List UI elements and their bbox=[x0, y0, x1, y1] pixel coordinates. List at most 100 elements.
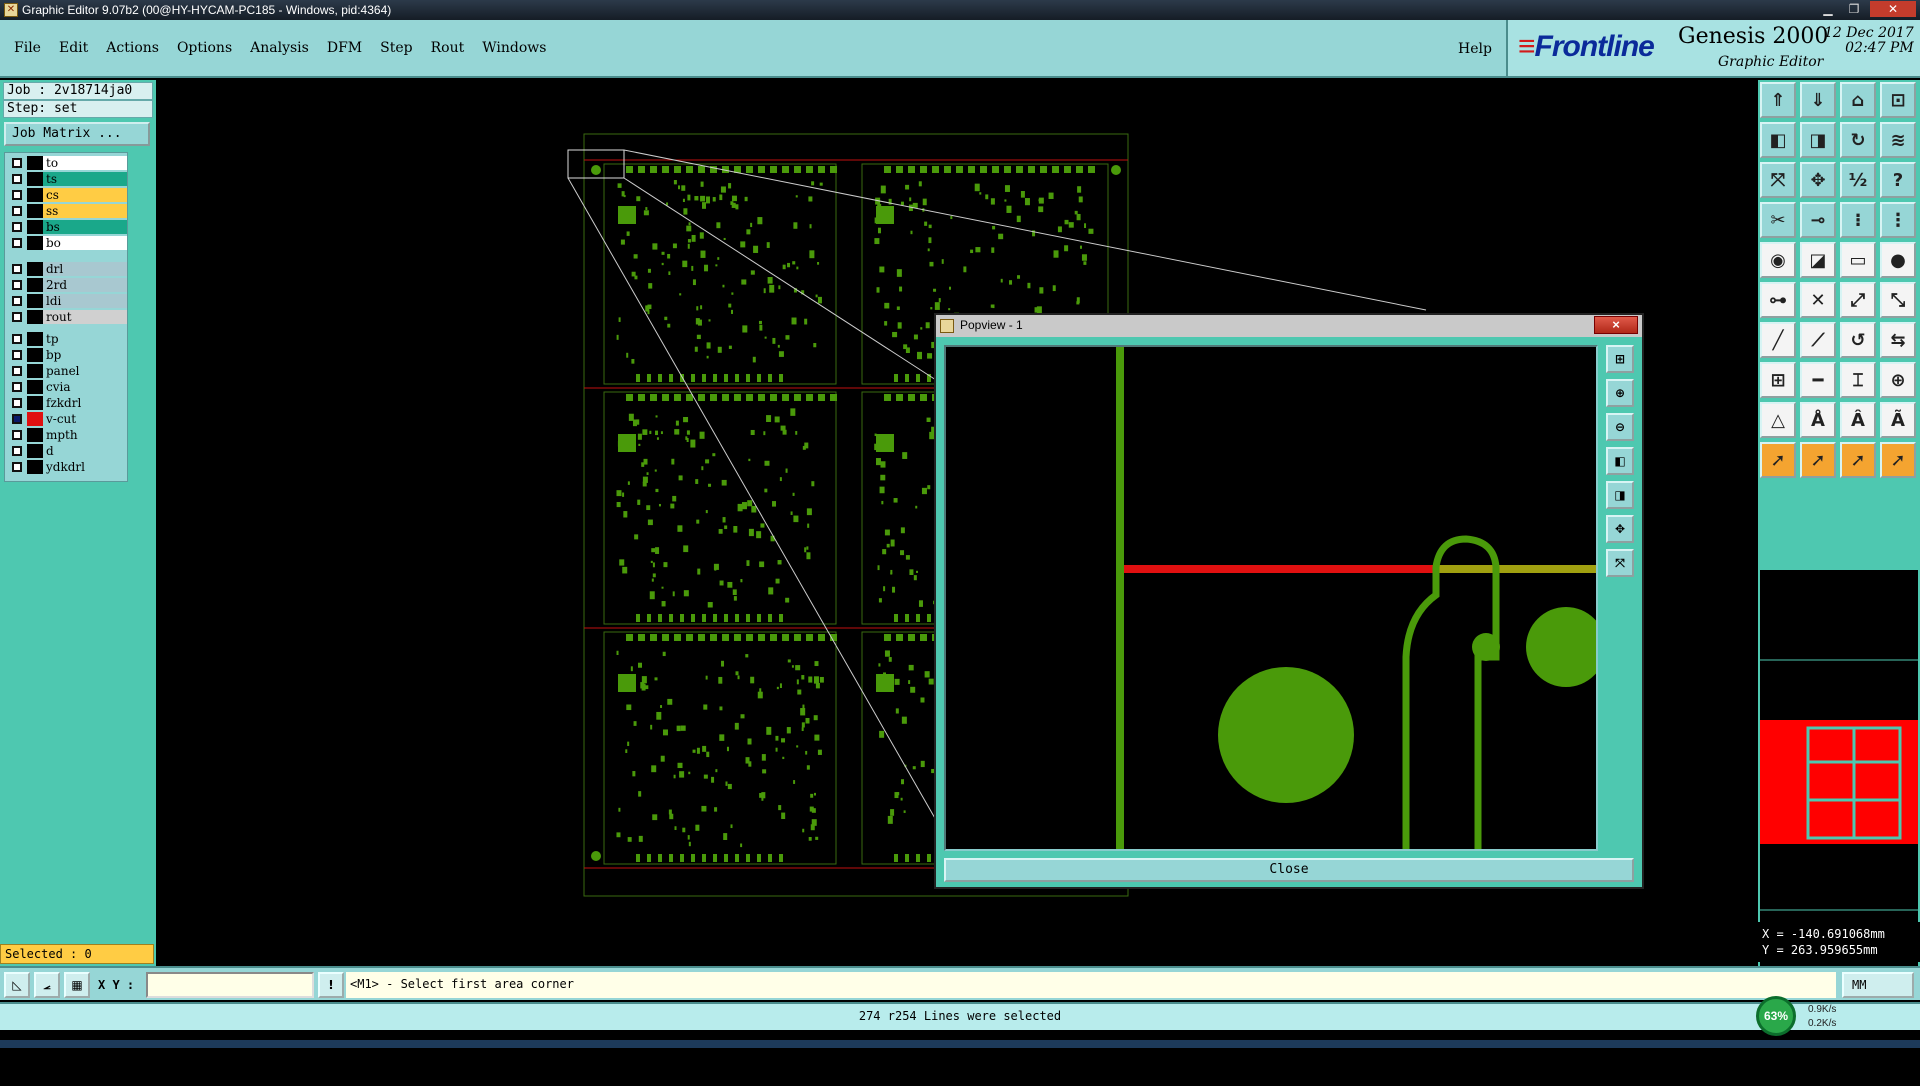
snap-icon[interactable]: ✂ bbox=[1760, 202, 1796, 238]
menu-rout[interactable]: Rout bbox=[431, 40, 465, 56]
layer-row-v-cut[interactable]: v-cut bbox=[7, 411, 127, 427]
maximize-icon[interactable]: ❐ bbox=[1842, 1, 1866, 17]
layer-row-fzkdrl[interactable]: fzkdrl bbox=[7, 395, 127, 411]
menu-options[interactable]: Options bbox=[177, 40, 232, 56]
layer-row-to[interactable]: to bbox=[7, 155, 127, 171]
layer-checkbox[interactable] bbox=[12, 312, 22, 322]
popview-canvas[interactable] bbox=[944, 345, 1606, 851]
layer-row-2rd[interactable]: 2rd bbox=[7, 277, 127, 293]
menu-file[interactable]: File bbox=[14, 40, 41, 56]
minimize-icon[interactable]: ▁ bbox=[1816, 1, 1840, 17]
draw-arc-icon[interactable]: ⟋ bbox=[1800, 322, 1836, 358]
layer-row-mpth[interactable]: mpth bbox=[7, 427, 127, 443]
layer-checkbox[interactable] bbox=[12, 334, 22, 344]
zoom-fit-icon[interactable]: ⤧ bbox=[1760, 162, 1796, 198]
select-line-icon[interactable]: ◪ bbox=[1800, 242, 1836, 278]
layer-checkbox[interactable] bbox=[12, 414, 22, 424]
layer-row-bs[interactable]: bs bbox=[7, 219, 127, 235]
layer-checkbox[interactable] bbox=[12, 190, 22, 200]
triangle-icon[interactable]: △ bbox=[1760, 402, 1796, 438]
pad-icon[interactable]: ● bbox=[1880, 242, 1916, 278]
ruler-icon[interactable]: ▭ bbox=[1840, 242, 1876, 278]
move-icon[interactable]: ⊞ bbox=[1760, 362, 1796, 398]
menu-dfm[interactable]: DFM bbox=[327, 40, 362, 56]
popview-zoom-in-button[interactable]: ⊕ bbox=[1606, 379, 1634, 407]
scroll-icon[interactable]: ≋ bbox=[1880, 122, 1916, 158]
join-icon[interactable]: ⤢ bbox=[1840, 282, 1876, 318]
mirror-icon[interactable]: ⇆ bbox=[1880, 322, 1916, 358]
pointer-icon[interactable]: ➚ bbox=[1760, 442, 1796, 478]
layer-up-icon[interactable]: ⇑ bbox=[1760, 82, 1796, 118]
ratio-icon[interactable]: ½ bbox=[1840, 162, 1876, 198]
info-icon[interactable]: ! bbox=[318, 972, 344, 998]
layer-row-rout[interactable]: rout bbox=[7, 309, 127, 325]
pointer-select-icon[interactable]: ➚ bbox=[1800, 442, 1836, 478]
snap-mode-icon[interactable]: ◺ bbox=[4, 972, 30, 998]
camera-icon[interactable]: ◉ bbox=[1760, 242, 1796, 278]
menu-step[interactable]: Step bbox=[380, 40, 412, 56]
angle-b-icon[interactable]: Â bbox=[1840, 402, 1876, 438]
node-icon[interactable]: ⊶ bbox=[1760, 282, 1796, 318]
menu-actions[interactable]: Actions bbox=[106, 40, 159, 56]
home-icon[interactable]: ⌂ bbox=[1840, 82, 1876, 118]
layer-row-ss[interactable]: ss bbox=[7, 203, 127, 219]
pan-right-icon[interactable]: ◨ bbox=[1800, 122, 1836, 158]
layer-row-ydkdrl[interactable]: ydkdrl bbox=[7, 459, 127, 475]
help-icon[interactable]: ? bbox=[1880, 162, 1916, 198]
zoom-center-icon[interactable]: ✥ bbox=[1800, 162, 1836, 198]
pointer-net-icon[interactable]: ➚ bbox=[1880, 442, 1916, 478]
measure-icon[interactable]: ⦟ bbox=[34, 972, 60, 998]
connect-icon[interactable]: ⁝ bbox=[1840, 202, 1876, 238]
pan-left-icon[interactable]: ◧ bbox=[1760, 122, 1796, 158]
layer-row-drl[interactable]: drl bbox=[7, 261, 127, 277]
layer-row-cvia[interactable]: cvia bbox=[7, 379, 127, 395]
draw-line-icon[interactable]: ╱ bbox=[1760, 322, 1796, 358]
probe-icon[interactable]: ⊸ bbox=[1800, 202, 1836, 238]
cross-icon[interactable]: ✕ bbox=[1800, 282, 1836, 318]
layer-checkbox[interactable] bbox=[12, 158, 22, 168]
layer-checkbox[interactable] bbox=[12, 446, 22, 456]
layer-checkbox[interactable] bbox=[12, 350, 22, 360]
layer-checkbox[interactable] bbox=[12, 366, 22, 376]
layer-checkbox[interactable] bbox=[12, 206, 22, 216]
layer-checkbox[interactable] bbox=[12, 296, 22, 306]
link-icon[interactable]: ⤡ bbox=[1880, 282, 1916, 318]
angle-c-icon[interactable]: Ã bbox=[1880, 402, 1916, 438]
popview-pan-right-button[interactable]: ◨ bbox=[1606, 481, 1634, 509]
popview-close-button[interactable]: Close bbox=[944, 858, 1634, 882]
layer-checkbox[interactable] bbox=[12, 222, 22, 232]
xy-input[interactable] bbox=[146, 972, 314, 998]
layer-row-panel[interactable]: panel bbox=[7, 363, 127, 379]
window-icon[interactable]: ⊡ bbox=[1880, 82, 1916, 118]
popview-pan-left-button[interactable]: ◧ bbox=[1606, 447, 1634, 475]
pointer-area-icon[interactable]: ➚ bbox=[1840, 442, 1876, 478]
popview-center-button[interactable]: ✥ bbox=[1606, 515, 1634, 543]
bracket-icon[interactable]: ⌶ bbox=[1840, 362, 1876, 398]
layer-checkbox[interactable] bbox=[12, 398, 22, 408]
layer-row-tp[interactable]: tp bbox=[7, 331, 127, 347]
popview-fit-all-button[interactable]: ⤧ bbox=[1606, 549, 1634, 577]
popview-zoom-out-button[interactable]: ⊖ bbox=[1606, 413, 1634, 441]
layer-row-bo[interactable]: bo bbox=[7, 235, 127, 251]
layer-row-bp[interactable]: bp bbox=[7, 347, 127, 363]
layer-checkbox[interactable] bbox=[12, 238, 22, 248]
close-window-icon[interactable]: ✕ bbox=[1870, 1, 1916, 17]
layer-checkbox[interactable] bbox=[12, 382, 22, 392]
layer-checkbox[interactable] bbox=[12, 430, 22, 440]
layer-row-ts[interactable]: ts bbox=[7, 171, 127, 187]
net-icon[interactable]: ⋮ bbox=[1880, 202, 1916, 238]
layer-row-cs[interactable]: cs bbox=[7, 187, 127, 203]
menu-analysis[interactable]: Analysis bbox=[250, 40, 309, 56]
layer-checkbox[interactable] bbox=[12, 280, 22, 290]
job-matrix-button[interactable]: Job Matrix ... bbox=[4, 122, 150, 146]
layer-checkbox[interactable] bbox=[12, 264, 22, 274]
layer-checkbox[interactable] bbox=[12, 462, 22, 472]
menu-edit[interactable]: Edit bbox=[59, 40, 88, 56]
redraw-icon[interactable]: ↻ bbox=[1840, 122, 1876, 158]
angle-a-icon[interactable]: Å bbox=[1800, 402, 1836, 438]
popview-close-icon[interactable]: × bbox=[1594, 316, 1638, 334]
grid-icon[interactable]: ▦ bbox=[64, 972, 90, 998]
split-icon[interactable]: ⊕ bbox=[1880, 362, 1916, 398]
rotate-icon[interactable]: ↺ bbox=[1840, 322, 1876, 358]
layer-checkbox[interactable] bbox=[12, 174, 22, 184]
